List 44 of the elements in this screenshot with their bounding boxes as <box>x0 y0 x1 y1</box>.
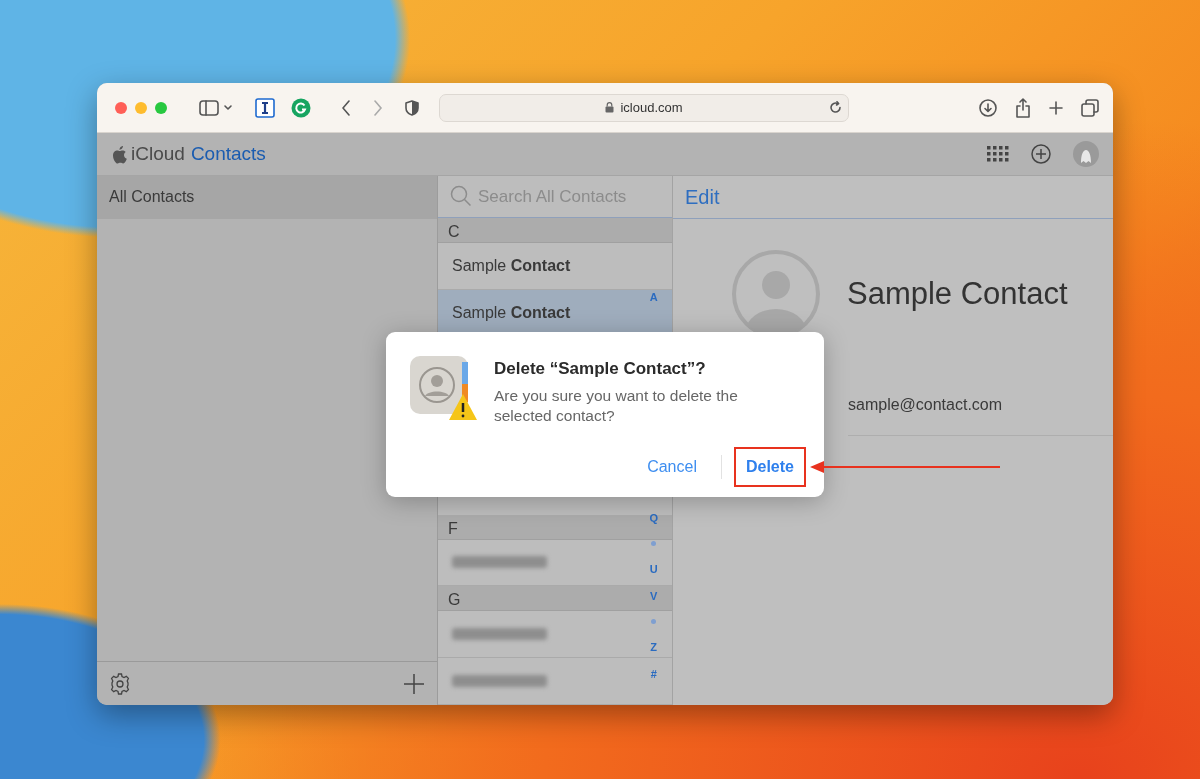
brand-name: iCloud <box>131 141 185 166</box>
contacts-warning-icon <box>410 356 478 420</box>
app-title: Contacts <box>190 141 266 166</box>
sidebar-item[interactable]: All Contacts <box>97 176 437 219</box>
share-icon[interactable] <box>1015 97 1031 118</box>
delete-button[interactable]: Delete <box>735 449 804 486</box>
edit-link[interactable]: Edit <box>685 182 720 212</box>
section-header: C <box>438 217 672 243</box>
shield-icon[interactable] <box>405 99 419 116</box>
lock-icon <box>605 102 615 113</box>
sidebar-icon[interactable] <box>199 99 219 116</box>
index-letter[interactable]: V <box>650 587 658 604</box>
dialog-title: Delete “Sample Contact”? <box>494 358 707 380</box>
email-value: sample@contact.com <box>848 393 1113 436</box>
address-text: icloud.com <box>620 98 683 117</box>
back-icon[interactable] <box>341 99 351 116</box>
index-letter[interactable]: # <box>650 665 657 682</box>
grid-icon[interactable] <box>987 146 1009 162</box>
extension-icon[interactable] <box>291 97 311 118</box>
apple-logo-icon <box>111 144 127 164</box>
chevron-down-icon[interactable] <box>223 103 233 112</box>
add-icon[interactable] <box>403 672 425 695</box>
text-cursor-icon[interactable] <box>255 97 275 118</box>
account-avatar-icon[interactable] <box>1073 141 1099 167</box>
contact-row[interactable]: Sample Contact <box>438 242 672 290</box>
index-dot[interactable] <box>651 541 657 546</box>
cancel-button[interactable]: Cancel <box>637 449 707 486</box>
search-icon <box>450 185 472 208</box>
close-button[interactable] <box>115 101 127 114</box>
contact-name: Sample Contact <box>847 274 1068 313</box>
address-field[interactable]: icloud.com <box>439 93 849 122</box>
index-dot[interactable] <box>651 619 657 624</box>
index-letter[interactable]: Z <box>650 639 658 656</box>
settings-icon[interactable] <box>109 672 131 695</box>
reload-icon[interactable] <box>829 100 842 114</box>
index-letter[interactable]: U <box>649 561 658 578</box>
tabs-icon[interactable] <box>1081 98 1099 117</box>
plus-icon[interactable] <box>1049 100 1063 115</box>
index-letter[interactable]: Q <box>649 509 658 526</box>
index-letter[interactable]: A <box>649 289 658 306</box>
forward-icon[interactable] <box>373 99 383 116</box>
dialog-message: Are you sure you want to delete the selected contact? <box>494 385 739 427</box>
download-icon[interactable] <box>979 98 997 117</box>
plus-circle-icon[interactable] <box>1031 144 1051 164</box>
